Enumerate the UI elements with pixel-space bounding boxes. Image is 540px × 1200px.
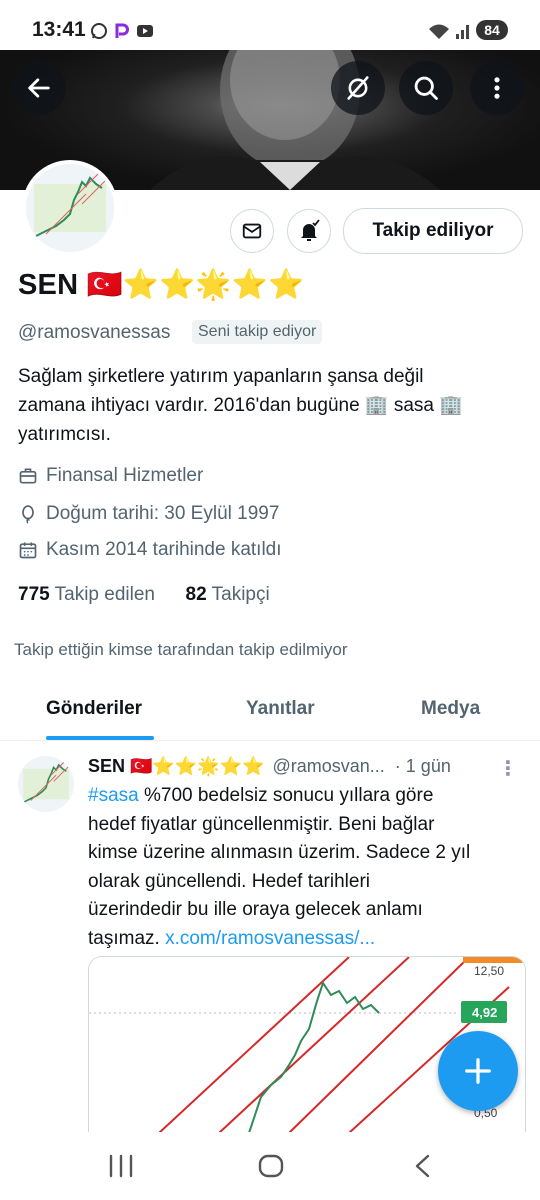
youtube-icon [137,25,153,37]
tab-replies[interactable]: Yanıtlar [246,698,315,720]
plus-icon [465,1058,491,1084]
back-icon[interactable] [412,1153,434,1179]
tweet-author-handle[interactable]: @ramosvan... [272,756,384,777]
bell-check-icon [301,219,320,241]
birthday-label: Doğum tarihi: 30 Eylül 1997 [46,503,280,524]
recent-apps-icon[interactable] [108,1154,134,1178]
signal-icon [456,25,469,39]
bio-line: yatırımcısı. [18,424,111,445]
hashtag-link[interactable]: #sasa [88,785,139,806]
tweet-text-line: kimse üzerine alınmasın üzerim. Sadece 2… [88,842,471,863]
compose-post-button[interactable] [438,1031,518,1111]
tweet-text-line: %700 bedelsiz sonucu yıllara göre [138,785,434,806]
search-icon [414,76,438,100]
tweet-link[interactable]: x.com/ramosvanessas/... [165,928,375,949]
tab-posts[interactable]: Gönderiler [46,698,142,720]
tweet-header: SEN 🇹🇷⭐⭐🌟⭐⭐ @ramosvan... · 1 gün ⋮ [88,756,518,780]
bio-line: zamana ihtiyacı vardır. 2016'dan bugüne … [18,395,463,416]
back-button[interactable] [12,61,66,115]
profile-joined: Kasım 2014 tarihinde katıldı [18,539,282,561]
price-label-current: 4,92 [472,1005,497,1020]
profile-birthday: Doğum tarihi: 30 Eylül 1997 [18,503,279,525]
briefcase-icon [19,468,37,484]
tweet-text-line: üzerindedir bu ille oraya gelecek anlamı [88,899,423,920]
followers-link[interactable]: 82 Takipçi [186,584,270,605]
mail-icon [242,223,262,239]
tweet-timestamp[interactable]: · 1 gün [395,756,451,777]
profile-tabs: Gönderiler Yanıtlar Medya [0,684,540,741]
profile-handle: @ramosvanessas [18,322,171,343]
bio-line: Sağlam şirketlere yatırım yapanların şan… [18,366,424,387]
notifications-button[interactable] [287,209,331,253]
tweet-avatar[interactable] [18,756,74,812]
display-name: SEN 🇹🇷⭐⭐🌟⭐⭐ [18,269,305,301]
tweet-text: #sasa %700 bedelsiz sonucu yıllara göre … [88,782,508,953]
joined-label: Kasım 2014 tarihinde katıldı [46,539,282,560]
category-label: Finansal Hizmetler [46,465,204,486]
grok-icon [347,76,369,100]
avatar-chart-image [18,756,74,812]
following-count: 775 [18,584,50,605]
tweet-text-line: taşımaz. [88,927,166,949]
following-label: Takip edilen [54,584,155,605]
tweet-text-line: olarak güncellendi. Hedef tarihleri [88,870,370,892]
android-nav-bar [0,1132,540,1200]
mutuals-note: Takip ettiğin kimse tarafından takip edi… [14,640,348,659]
status-time: 13:41 [32,18,86,41]
tweet-more-icon[interactable]: ⋮ [498,756,518,781]
tab-media[interactable]: Medya [421,698,480,720]
search-button[interactable] [399,61,453,115]
profile-category: Finansal Hizmetler [18,465,203,487]
follow-stats: 775 Takip edilen 82 Takipçi [18,584,270,606]
tweet-author-name[interactable]: SEN 🇹🇷⭐⭐🌟⭐⭐ [88,756,264,777]
home-icon[interactable] [257,1153,285,1179]
profile-bio: Sağlam şirketlere yatırım yapanların şan… [18,362,518,449]
more-vertical-icon [494,77,500,99]
grok-button[interactable] [331,61,385,115]
message-button[interactable] [230,209,274,253]
battery-badge: 84 [476,20,508,40]
tweet-text-line: hedef fiyatlar güncellenmiştir. Beni bağ… [88,813,435,835]
wifi-icon [429,24,449,39]
following-link[interactable]: 775 Takip edilen [18,584,155,605]
profile-avatar[interactable] [22,160,118,256]
followers-label: Takipçi [211,584,270,605]
followers-count: 82 [185,584,207,605]
more-button[interactable] [470,61,524,115]
calendar-icon [19,542,37,559]
balloon-icon [22,505,34,524]
follows-you-badge: Seni takip ediyor [192,320,323,344]
p-app-icon [115,23,129,38]
price-label-top: 12,50 [474,964,504,978]
active-tab-indicator [46,736,154,740]
back-arrow-icon [28,78,50,98]
avatar-chart-image [26,164,114,252]
following-button[interactable]: Takip ediliyor [343,208,523,254]
whatsapp-icon [91,23,107,39]
